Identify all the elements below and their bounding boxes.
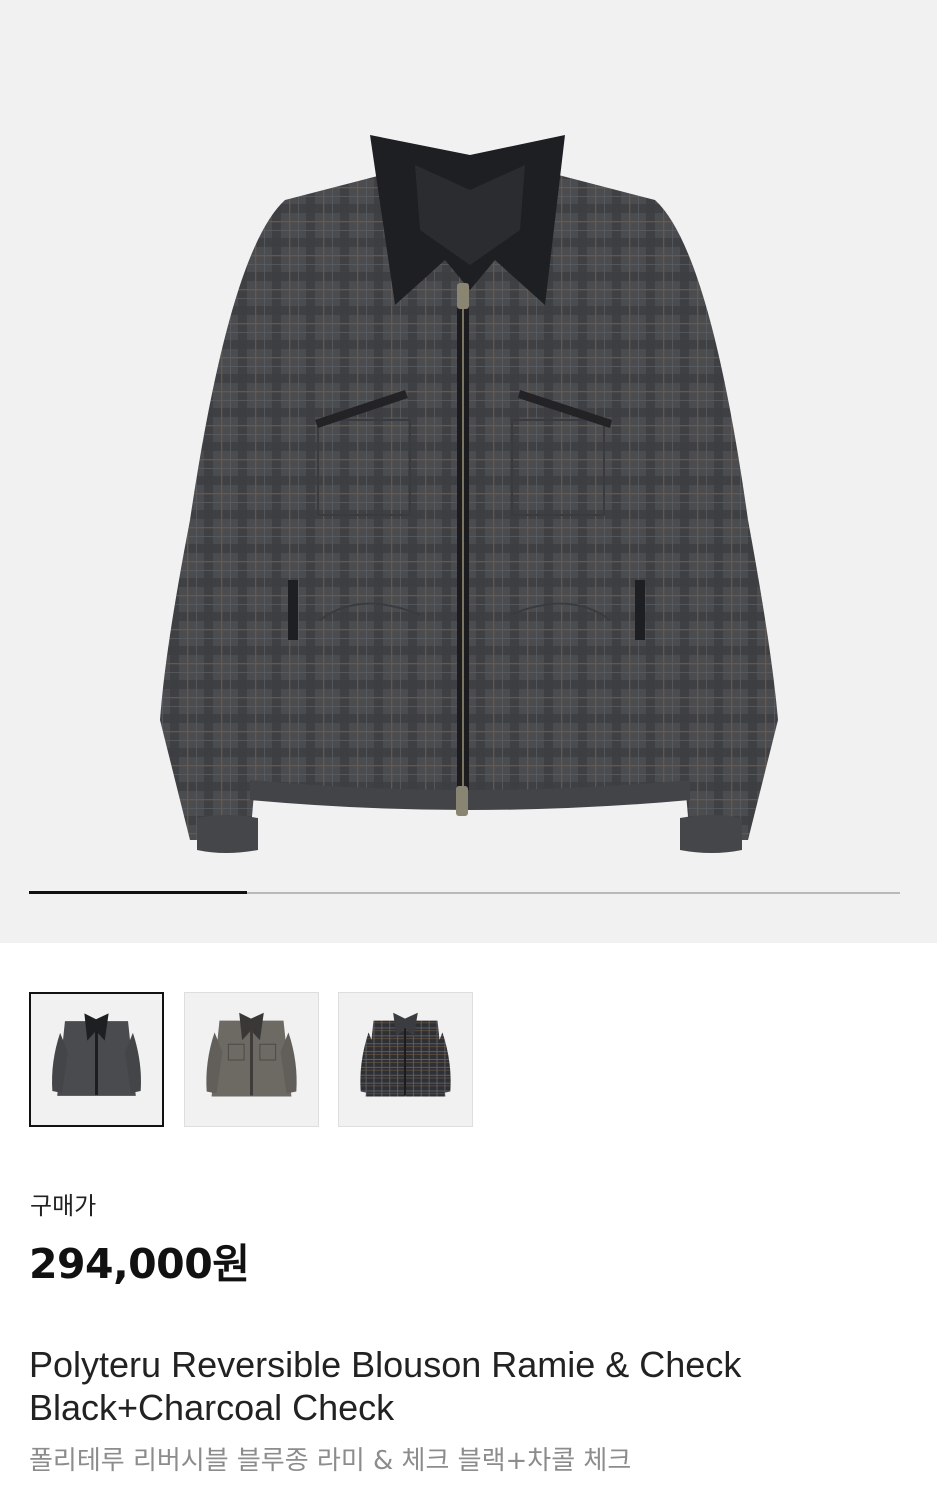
product-title-line-2: Black+Charcoal Check [29,1387,395,1428]
product-main-image[interactable] [0,0,937,943]
product-title-line-1: Polyteru Reversible Blouson Ramie & Chec… [29,1344,742,1385]
thumbnail-grey-ramie[interactable] [184,992,319,1127]
thumbnail-check-reverse[interactable] [338,992,473,1127]
product-title-en: Polyteru Reversible Blouson Ramie & Chec… [29,1343,909,1429]
gallery-progress-indicator [29,891,247,894]
product-title-ko: 폴리테루 리버시블 블루종 라미 & 체크 블랙+차콜 체크 [29,1446,632,1476]
gallery-progress-track [29,891,900,894]
product-image-gallery[interactable] [0,0,937,943]
price-label: 구매가 [30,1192,97,1220]
price-value: 294,000원 [29,1240,250,1288]
thumbnail-black-charcoal-check[interactable] [29,992,164,1127]
